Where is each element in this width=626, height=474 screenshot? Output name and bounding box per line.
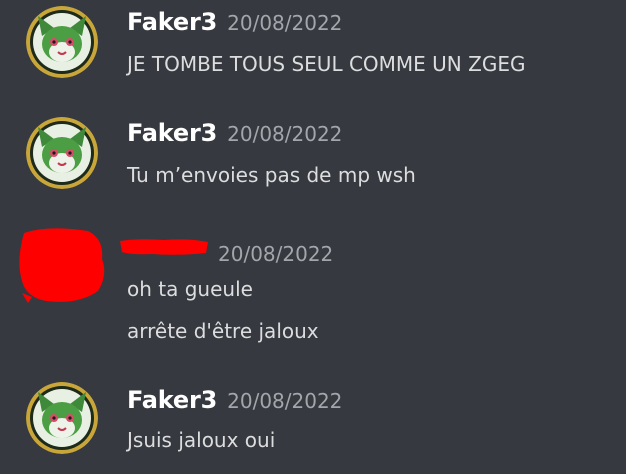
message-header: 20/08/2022 bbox=[218, 239, 333, 267]
message-text: arrête d'être jaloux bbox=[127, 319, 319, 343]
cat-avatar-icon[interactable] bbox=[26, 117, 98, 189]
username[interactable]: Faker3 bbox=[127, 386, 217, 414]
message-text: JE TOMBE TOUS SEUL COMME UN ZGEG bbox=[127, 52, 526, 76]
timestamp[interactable]: 20/08/2022 bbox=[227, 122, 342, 146]
timestamp[interactable]: 20/08/2022 bbox=[227, 389, 342, 413]
message-header: Faker3 20/08/2022 bbox=[127, 386, 342, 414]
message-header: Faker3 20/08/2022 bbox=[127, 119, 342, 147]
message-text: oh ta gueule bbox=[127, 277, 253, 301]
message-header: Faker3 20/08/2022 bbox=[127, 8, 342, 36]
message-text: Tu m’envoies pas de mp wsh bbox=[127, 163, 416, 187]
message-text: Jsuis jaloux oui bbox=[127, 428, 276, 452]
redacted-username[interactable] bbox=[118, 237, 210, 257]
redacted-avatar[interactable] bbox=[18, 225, 110, 305]
cat-avatar-icon[interactable] bbox=[26, 6, 98, 78]
username[interactable]: Faker3 bbox=[127, 119, 217, 147]
timestamp[interactable]: 20/08/2022 bbox=[227, 11, 342, 35]
cat-avatar-icon[interactable] bbox=[26, 382, 98, 454]
username[interactable]: Faker3 bbox=[127, 8, 217, 36]
timestamp[interactable]: 20/08/2022 bbox=[218, 242, 333, 266]
